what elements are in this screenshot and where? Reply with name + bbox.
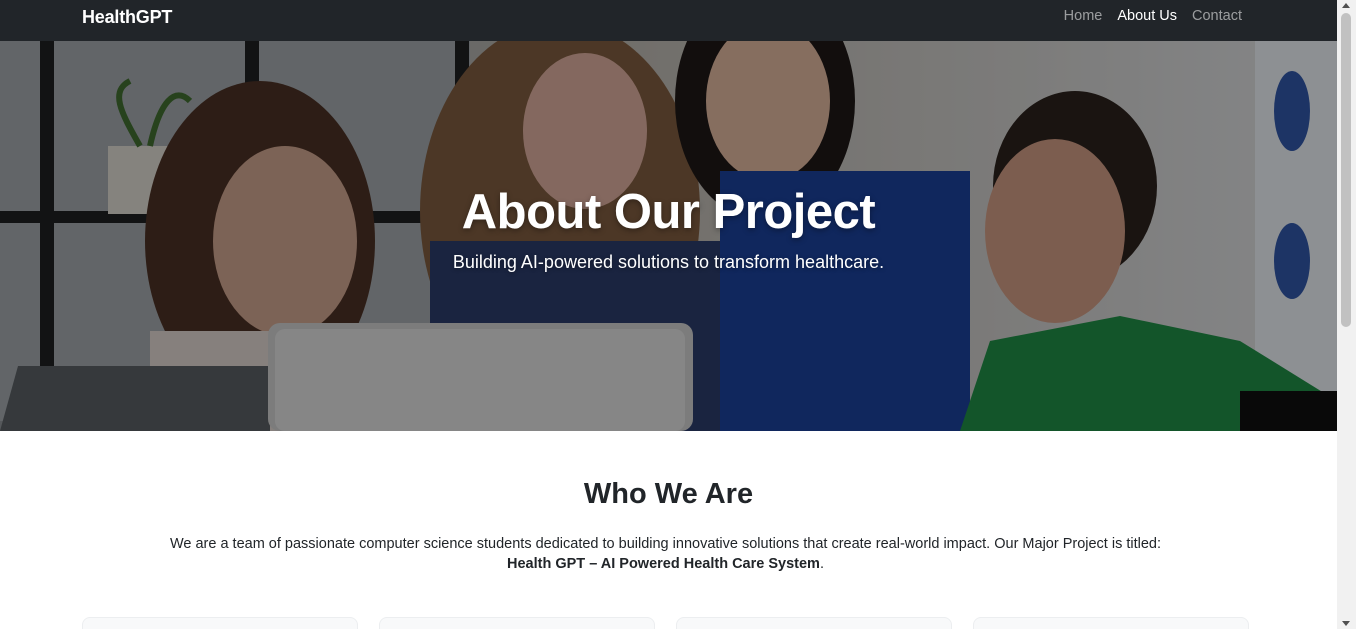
- project-name: Health GPT – AI Powered Health Care Syst…: [507, 556, 820, 572]
- hero-subtitle: Building AI-powered solutions to transfo…: [452, 252, 885, 272]
- feature-card: [82, 617, 358, 629]
- scroll-down-arrow-icon[interactable]: [1342, 621, 1350, 626]
- hero-title: About Our Project: [461, 185, 876, 239]
- scrollbar-thumb[interactable]: [1341, 13, 1351, 327]
- who-we-are-section: Who We Are We are a team of passionate c…: [0, 431, 1337, 629]
- hero-banner: About Our Project Building AI-powered so…: [0, 41, 1337, 431]
- nav-link-contact[interactable]: Contact: [1192, 8, 1242, 24]
- vertical-scrollbar[interactable]: [1337, 0, 1356, 629]
- nav-links: Home About Us Contact: [1064, 8, 1242, 24]
- section-description: We are a team of passionate computer sci…: [130, 534, 1201, 574]
- feature-card: [973, 617, 1249, 629]
- feature-card: [379, 617, 655, 629]
- description-suffix: .: [819, 556, 824, 572]
- navbar: HealthGPT Home About Us Contact: [0, 0, 1337, 41]
- scroll-up-arrow-icon[interactable]: [1342, 3, 1350, 8]
- brand-logo[interactable]: HealthGPT: [82, 7, 172, 28]
- nav-link-about-us[interactable]: About Us: [1117, 8, 1177, 24]
- description-text: We are a team of passionate computer sci…: [169, 536, 1162, 552]
- nav-link-home[interactable]: Home: [1064, 8, 1103, 24]
- feature-card: [676, 617, 952, 629]
- section-title: Who We Are: [583, 478, 754, 510]
